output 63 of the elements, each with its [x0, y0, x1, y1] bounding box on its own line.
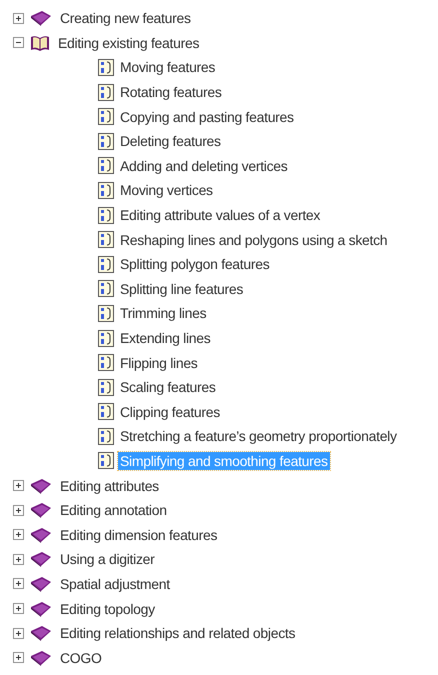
topic-label[interactable]: COGO — [58, 648, 104, 667]
book-icon — [30, 478, 52, 494]
book-icon — [30, 502, 52, 518]
book-icon — [30, 10, 52, 26]
help-page-icon — [98, 108, 114, 126]
book-icon — [30, 526, 52, 543]
expand-icon[interactable] — [13, 603, 24, 614]
help-page-icon — [98, 206, 114, 224]
topic-label[interactable]: Stretching a feature’s geometry proportionately — [118, 427, 399, 446]
help-page-icon — [98, 403, 114, 420]
expand-icon[interactable] — [13, 504, 24, 516]
topic-label[interactable]: Editing dimension features — [58, 526, 220, 544]
help-page-icon — [98, 84, 114, 101]
book-icon — [30, 600, 52, 617]
help-page-icon — [98, 354, 114, 372]
topic-label[interactable]: Editing relationships and related objects — [58, 624, 298, 642]
open-book-icon — [30, 34, 50, 52]
topic-label[interactable]: Editing attributes — [58, 476, 161, 495]
help-page-icon — [98, 58, 114, 76]
topic-label[interactable]: Spatial adjustment — [58, 574, 172, 593]
topic-label[interactable]: Trimming lines — [118, 304, 208, 322]
expand-icon[interactable] — [13, 578, 24, 590]
help-page-icon — [98, 378, 114, 396]
topic-label[interactable]: Copying and pasting features — [118, 108, 296, 126]
topic-label[interactable]: Deleting features — [118, 132, 223, 150]
help-page-icon — [98, 330, 114, 347]
topic-label[interactable]: Adding and deleting vertices — [118, 156, 290, 175]
topic-label[interactable]: Moving vertices — [118, 181, 215, 200]
expand-icon[interactable] — [13, 12, 24, 24]
book-icon — [30, 551, 52, 568]
book-icon — [30, 576, 52, 592]
help-page-icon — [98, 304, 114, 322]
expand-icon[interactable] — [13, 529, 24, 540]
topic-label[interactable]: Rotating features — [118, 83, 224, 102]
topic-label[interactable]: Reshaping lines and polygons using a sketch — [118, 230, 390, 249]
help-page-icon — [98, 452, 114, 470]
help-page-icon — [98, 132, 114, 150]
topic-label[interactable]: Using a digitizer — [58, 550, 156, 568]
topic-label[interactable]: Scaling features — [118, 378, 218, 396]
help-page-icon — [98, 182, 114, 199]
collapse-icon[interactable] — [13, 37, 24, 48]
topic-label[interactable]: Editing attribute values of a vertex — [118, 206, 322, 224]
expand-icon[interactable] — [13, 628, 24, 639]
topic-label[interactable]: Editing annotation — [58, 501, 169, 520]
topic-label[interactable]: Moving features — [118, 58, 218, 76]
topic-label[interactable]: Editing existing features — [56, 34, 202, 52]
topic-label[interactable]: Flipping lines — [118, 354, 200, 372]
book-icon — [30, 625, 52, 642]
topic-label[interactable]: Splitting polygon features — [118, 255, 272, 274]
topic-label[interactable]: Splitting line features — [118, 280, 246, 298]
help-page-icon — [98, 428, 114, 445]
topic-label[interactable]: Creating new features — [58, 9, 193, 28]
help-page-icon — [98, 157, 114, 174]
book-icon — [30, 650, 52, 666]
expand-icon[interactable] — [13, 480, 24, 492]
help-page-icon — [98, 231, 114, 248]
help-page-icon — [98, 256, 114, 273]
expand-icon[interactable] — [13, 652, 24, 664]
topic-label[interactable]: Extending lines — [118, 329, 212, 348]
topic-label[interactable]: Clipping features — [118, 402, 222, 421]
help-page-icon — [98, 280, 114, 298]
topic-label[interactable]: Editing topology — [58, 600, 157, 618]
expand-icon[interactable] — [13, 554, 24, 565]
